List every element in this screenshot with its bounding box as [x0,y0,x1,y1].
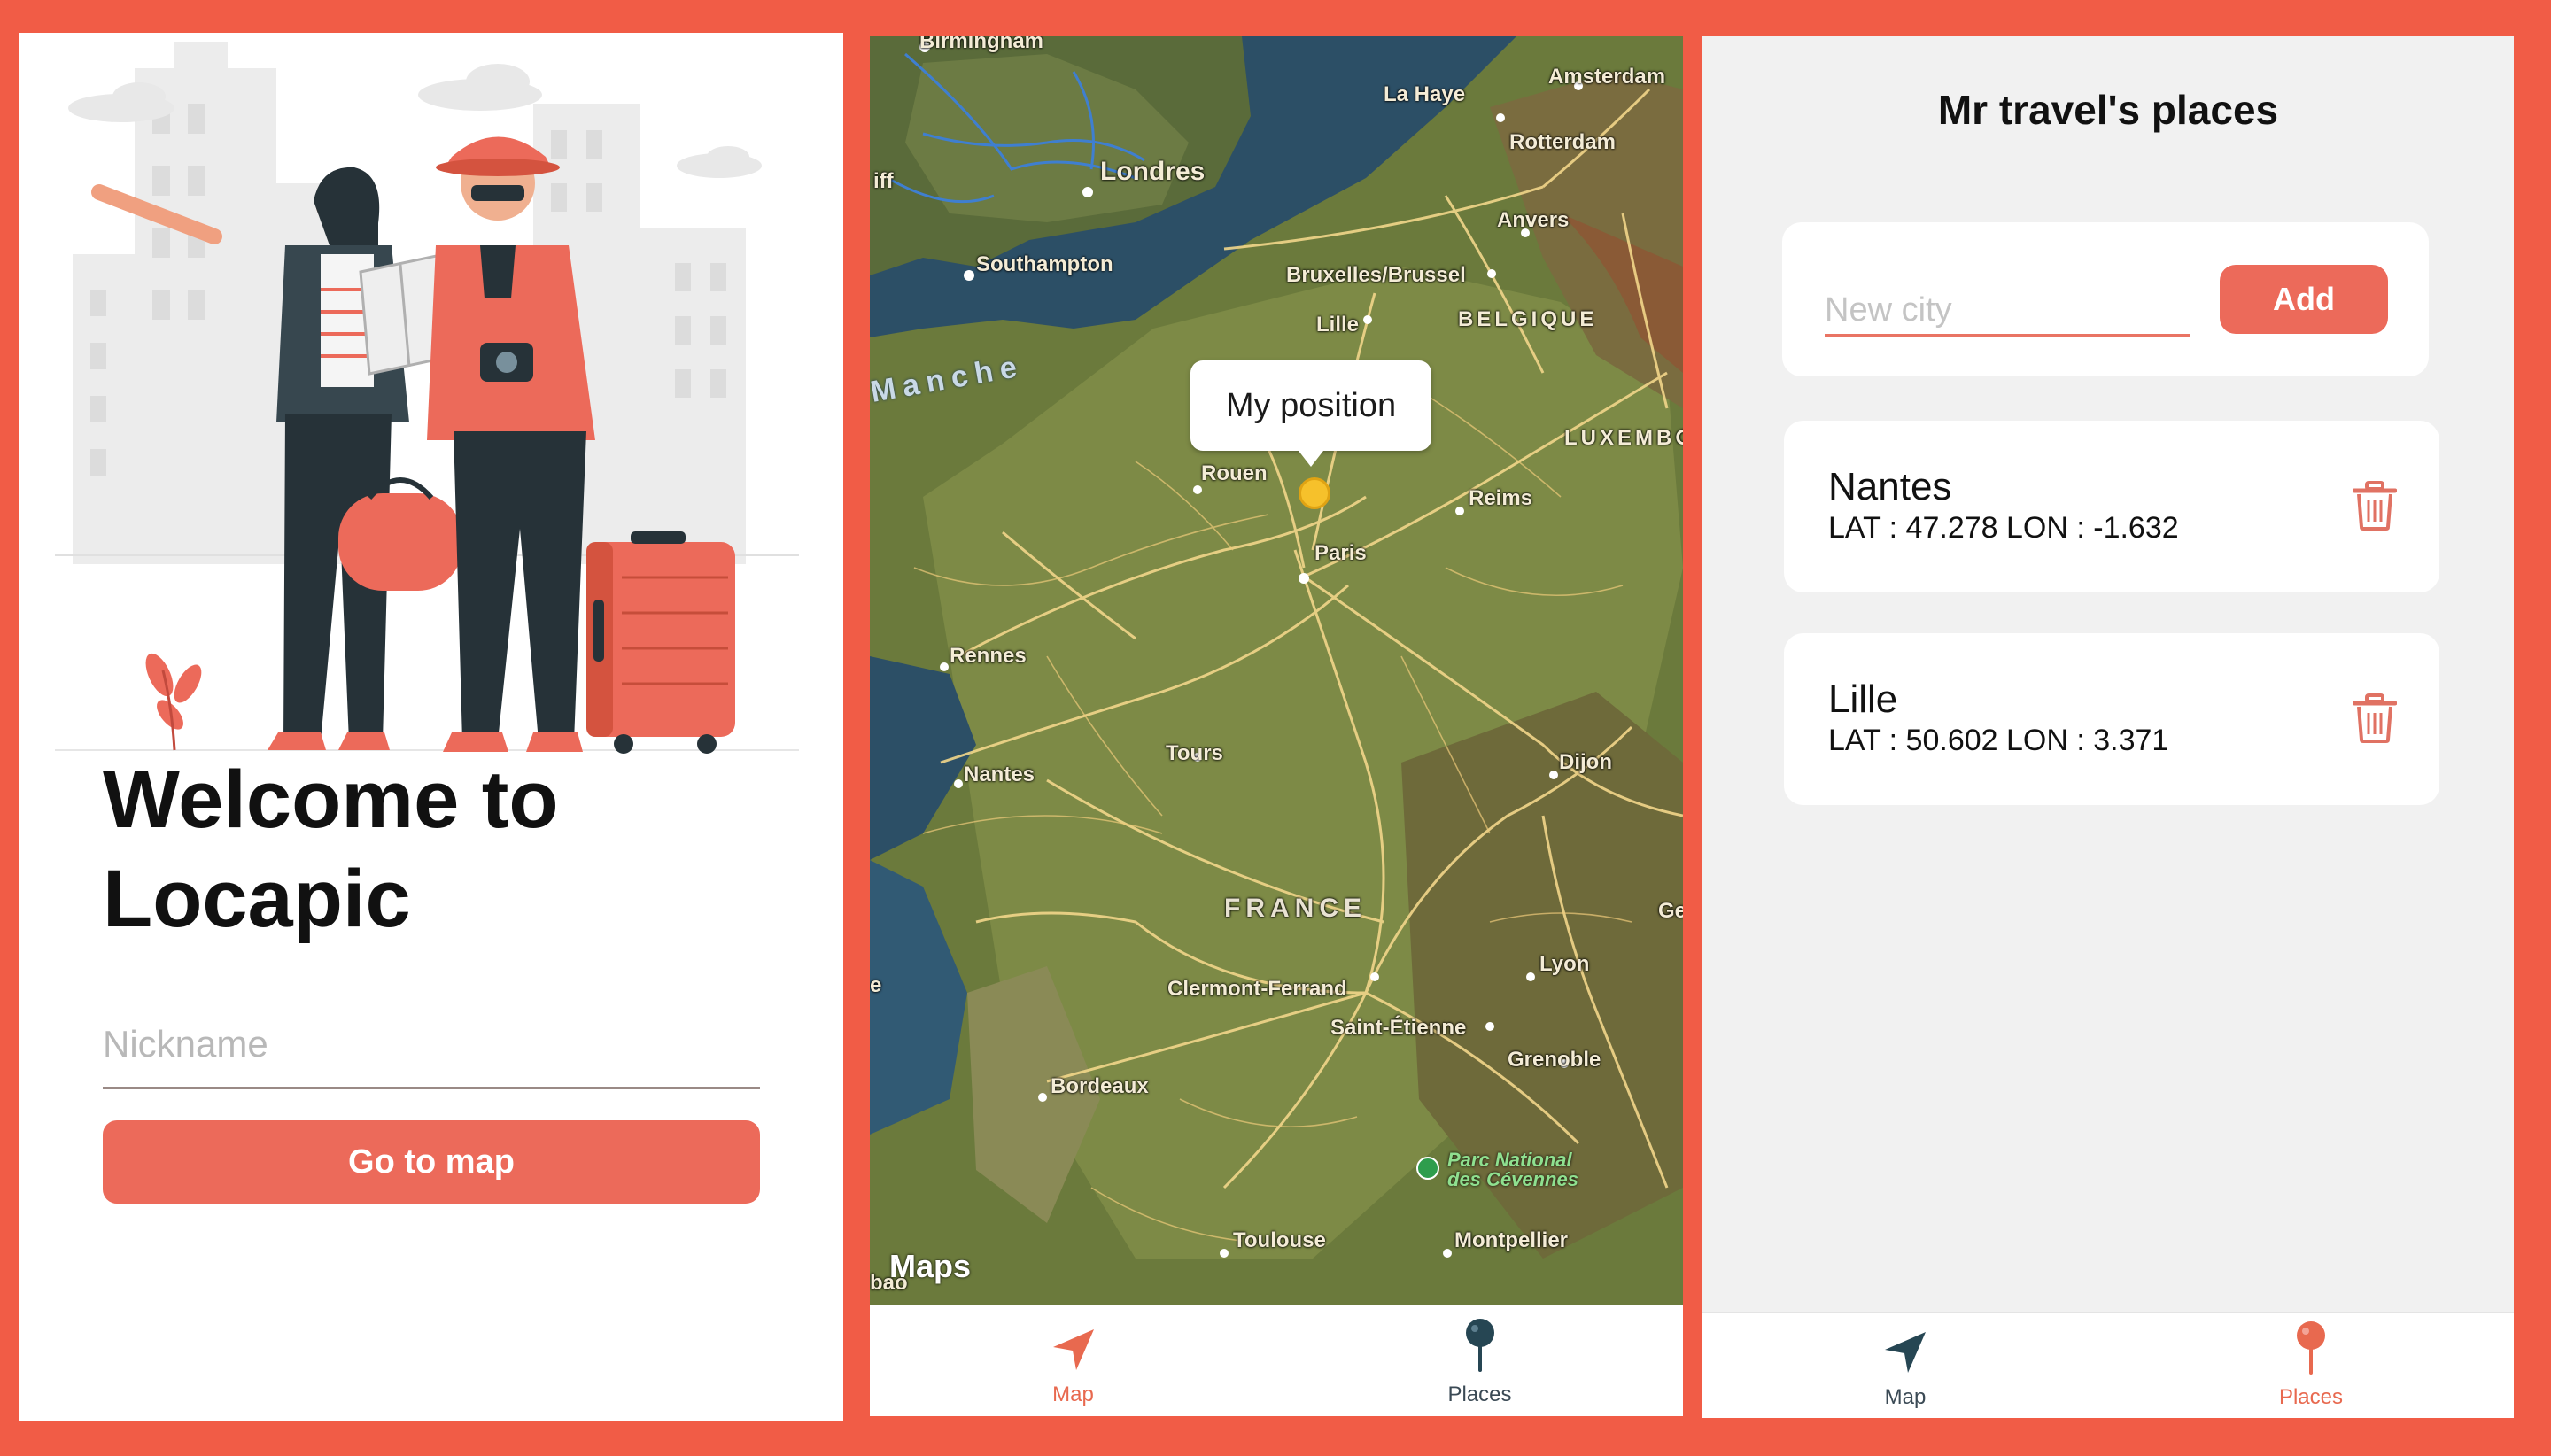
map-screen: Birmingham La Haye Amsterdam Londres Rot… [870,36,1683,1416]
map-label-grenoble: Grenoble [1508,1048,1601,1072]
park-line-2: des Cévennes [1447,1168,1578,1190]
tab-bar: Map Places [870,1305,1683,1416]
travelers-illustration [55,42,799,754]
map-label-bordeaux: Bordeaux [1051,1074,1149,1098]
place-coordinates: LAT : 50.602 LON : 3.371 [1828,724,2169,757]
map-label-clermont: Clermont-Ferrand [1167,977,1347,1001]
nickname-field-wrapper [103,1005,760,1089]
map-label-bruxelles: Bruxelles/Brussel [1286,263,1466,287]
map-label-e: e [870,973,882,997]
welcome-line-2: Locapic [103,854,411,944]
map-label-parc-cevennes: Parc National des Cévennes [1447,1150,1578,1189]
map-label-iff: iff [873,169,894,193]
park-line-1: Parc National [1447,1149,1572,1171]
map-label-france: FRANCE [1224,894,1367,923]
map-label-birmingham: Birmingham [919,36,1044,53]
place-card: Lille LAT : 50.602 LON : 3.371 [1784,633,2439,805]
map-label-luxembo: LUXEMBO [1564,426,1683,450]
tab-places[interactable]: Places [2108,1313,2514,1418]
nickname-input[interactable] [103,1005,760,1073]
places-screen: Mr travel's places Add Nantes LAT : 47.2… [1702,36,2514,1418]
place-card: Nantes LAT : 47.278 LON : -1.632 [1784,421,2439,592]
add-city-card: Add [1782,222,2429,376]
map-label-ge: Ge [1658,899,1683,923]
map-label-rotterdam: Rotterdam [1509,130,1617,154]
apple-maps-logo: Maps [889,1248,971,1285]
my-position-marker[interactable] [1299,477,1330,509]
welcome-line-1: Welcome to [103,755,559,845]
tab-places-label: Places [1447,1382,1512,1406]
map-label-la-haye: La Haye [1384,82,1466,106]
map-label-belgique: BELGIQUE [1458,307,1598,331]
map-label-toulouse: Toulouse [1233,1228,1326,1252]
tab-places[interactable]: Places [1276,1305,1683,1416]
map-label-nantes: Nantes [964,763,1035,786]
map-label-southampton: Southampton [976,252,1113,276]
map-label-montpellier: Montpellier [1454,1228,1569,1252]
navigation-arrow-icon [1885,1332,1926,1373]
welcome-screen: Welcome to Locapic Go to map [19,33,843,1421]
tab-bar: Map Places [1702,1312,2514,1418]
map-label-saint-etienne: Saint-Étienne [1330,1016,1467,1040]
welcome-title: Welcome to Locapic [103,750,794,949]
map-label-rennes: Rennes [950,644,1027,668]
map-pin-icon [2297,1321,2325,1375]
map-label-rouen: Rouen [1201,461,1268,485]
place-name: Nantes [1828,465,1952,508]
place-name: Lille [1828,678,1898,721]
navigation-arrow-icon [1052,1329,1094,1370]
new-city-input[interactable] [1825,272,2190,333]
add-city-button[interactable]: Add [2220,265,2388,334]
tab-places-label: Places [2278,1385,2344,1409]
place-coordinates: LAT : 47.278 LON : -1.632 [1828,511,2179,545]
tab-map-label: Map [1884,1385,1927,1409]
map-label-amsterdam: Amsterdam [1548,65,1666,89]
map-label-anvers: Anvers [1497,208,1570,232]
trash-icon[interactable] [2353,693,2397,743]
tab-map[interactable]: Map [1702,1313,2108,1418]
map-pin-icon [1465,1319,1494,1372]
map-label-londres: Londres [1100,157,1206,186]
map-label-tours: Tours [1166,741,1223,765]
map-label-lyon: Lyon [1539,952,1590,976]
tab-map[interactable]: Map [870,1305,1276,1416]
map-label-reims: Reims [1469,486,1533,510]
tab-map-label: Map [1052,1382,1094,1406]
go-to-map-button[interactable]: Go to map [103,1120,760,1204]
page-title: Mr travel's places [1937,87,2279,133]
my-position-callout[interactable]: My position [1190,360,1431,467]
trash-icon[interactable] [2353,481,2397,531]
maps-logo-text: Maps [889,1248,972,1284]
map-label-dijon: Dijon [1559,750,1612,774]
map-label-paris: Paris [1314,541,1367,565]
new-city-field-wrapper [1825,272,2190,337]
map-label-lille: Lille [1316,313,1360,337]
